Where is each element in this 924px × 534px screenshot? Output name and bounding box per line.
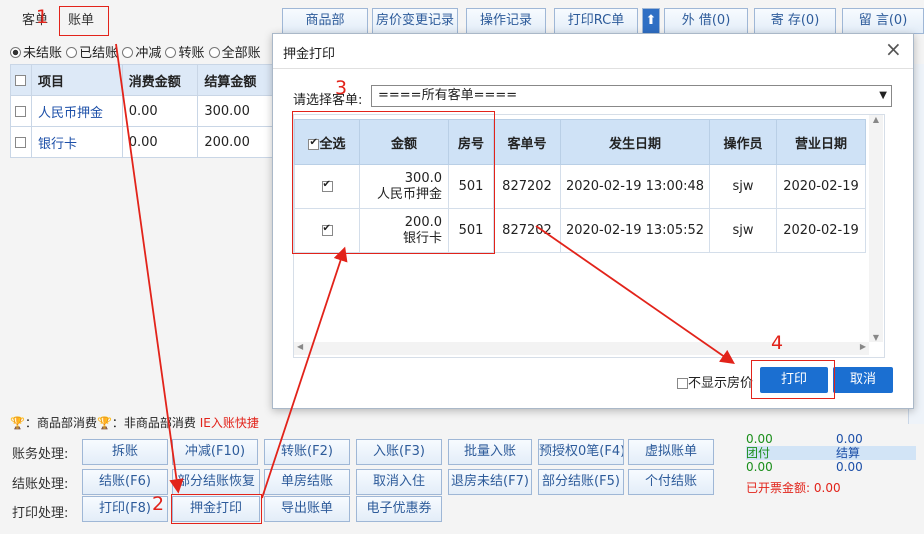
arrow-1-to-2 [115, 43, 184, 494]
arrow-2-to-3 [261, 246, 348, 499]
arrow-3-to-4 [535, 225, 735, 365]
annotation-arrows [115, 43, 735, 499]
